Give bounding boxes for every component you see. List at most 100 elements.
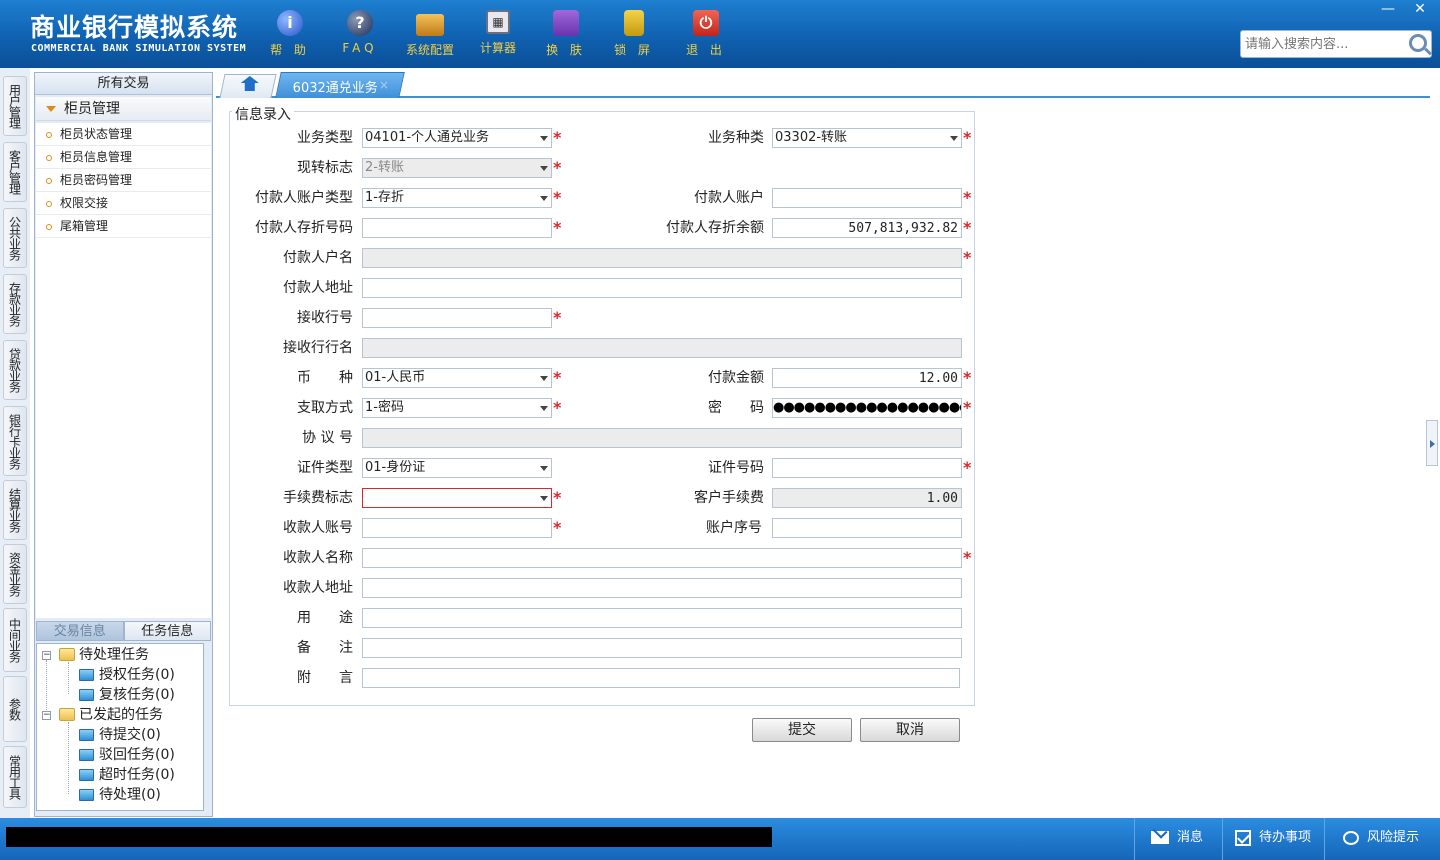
- required-mark: *: [963, 548, 972, 567]
- vtab-user-management[interactable]: 用户管理: [3, 76, 27, 136]
- menu-item-teller-password[interactable]: 柜员密码管理: [36, 169, 211, 192]
- vtab-loan-business[interactable]: 贷款业务: [3, 340, 27, 400]
- id-type-select[interactable]: 01-身份证: [362, 458, 552, 478]
- label-purpose: 用 途: [297, 610, 353, 626]
- expand-panel-handle[interactable]: [1426, 420, 1438, 466]
- calculator-button[interactable]: ▦ 计算器: [466, 6, 530, 62]
- business-kind-select[interactable]: 03302-转账: [772, 128, 962, 148]
- risk-alert-button[interactable]: 风险提示: [1324, 818, 1440, 860]
- withdrawal-method-select[interactable]: 1-密码: [362, 398, 552, 418]
- tab-transaction-info[interactable]: 交易信息: [36, 621, 124, 641]
- account-sequence-field[interactable]: [772, 518, 962, 538]
- app-title: 商业银行模拟系统: [30, 13, 239, 42]
- search-icon[interactable]: [1409, 34, 1427, 52]
- expand-triangle-icon: [46, 106, 56, 112]
- tab-task-info[interactable]: 任务信息: [123, 621, 211, 641]
- collapse-toggle-icon[interactable]: −: [42, 711, 51, 720]
- task-list-icon: [79, 749, 94, 761]
- postscript-field[interactable]: [362, 668, 960, 688]
- payee-address-field[interactable]: [362, 578, 962, 598]
- payee-account-field[interactable]: [362, 518, 552, 538]
- payment-amount-field[interactable]: [772, 368, 962, 388]
- tree-node-label: 驳回任务(0): [99, 747, 175, 763]
- faq-icon: ?: [347, 10, 373, 36]
- vtab-deposit-business[interactable]: 存款业务: [3, 274, 27, 334]
- currency-select[interactable]: 01-人民币: [362, 368, 552, 388]
- receiving-bank-no-field[interactable]: [362, 308, 552, 328]
- collapse-toggle-icon[interactable]: −: [42, 651, 51, 660]
- cash-transfer-flag-select[interactable]: 2-转账: [362, 158, 552, 178]
- customer-fee-field[interactable]: [772, 488, 962, 508]
- chevron-down-icon: [540, 196, 548, 201]
- fee-flag-select[interactable]: [362, 488, 552, 508]
- folder-open-icon: [59, 648, 75, 661]
- config-icon: [416, 14, 444, 36]
- messages-button[interactable]: 消息: [1134, 818, 1222, 860]
- system-config-button[interactable]: 系统配置: [398, 6, 462, 62]
- vtab-intermediary-business[interactable]: 中间业务: [3, 608, 27, 672]
- vtab-public-business[interactable]: 公共业务: [3, 208, 27, 268]
- payer-account-field[interactable]: [772, 188, 962, 208]
- tree-node-rejected-tasks[interactable]: 驳回任务(0): [37, 745, 203, 765]
- label-payer-passbook-balance: 付款人存折余额: [666, 220, 764, 236]
- tree-node-authorization-tasks[interactable]: 授权任务(0): [37, 665, 203, 685]
- tree-node-to-process[interactable]: 待处理(0): [37, 785, 203, 805]
- skin-icon: [553, 10, 579, 36]
- business-type-select[interactable]: 04101-个人通兑业务: [362, 128, 552, 148]
- tab-home[interactable]: [219, 74, 277, 98]
- exit-icon: ⏻: [693, 10, 719, 36]
- minimize-button[interactable]: —: [1374, 2, 1402, 18]
- help-button[interactable]: i 帮 助: [258, 6, 322, 62]
- vtab-fund-business[interactable]: 资金业务: [3, 544, 27, 604]
- faq-button[interactable]: ? FAQ: [328, 6, 392, 62]
- vtab-parameters[interactable]: 参数: [3, 676, 27, 742]
- agreement-no-field[interactable]: [362, 428, 962, 448]
- required-mark: *: [963, 398, 972, 417]
- vtab-bank-card-business[interactable]: 银行卡业务: [3, 406, 27, 476]
- label-payer-passbook-no: 付款人存折号码: [255, 220, 353, 236]
- label-payee-account: 收款人账号: [283, 520, 353, 536]
- password-field[interactable]: ●●●●●●●●●●●●●●●●●●●: [772, 398, 962, 418]
- search-box: [1240, 30, 1432, 58]
- payer-address-field[interactable]: [362, 278, 962, 298]
- tree-node-review-tasks[interactable]: 复核任务(0): [37, 685, 203, 705]
- tree-node-to-submit[interactable]: 待提交(0): [37, 725, 203, 745]
- vtab-common-tools[interactable]: 常用工具: [3, 746, 27, 808]
- id-number-field[interactable]: [772, 458, 962, 478]
- menu-item-teller-status[interactable]: 柜员状态管理: [36, 123, 211, 146]
- tab-6032-withdrawal-business[interactable]: 6032通兑业务 ×: [275, 72, 405, 98]
- all-transactions-header[interactable]: 所有交易: [35, 73, 212, 95]
- tree-node-pending-tasks[interactable]: − 待处理任务: [37, 645, 203, 665]
- payer-name-field[interactable]: [362, 248, 962, 268]
- vtab-customer-management[interactable]: 客户管理: [3, 142, 27, 202]
- label-withdrawal-method: 支取方式: [297, 400, 353, 416]
- search-input[interactable]: [1241, 31, 1401, 57]
- purpose-field[interactable]: [362, 608, 962, 628]
- receiving-bank-name-field[interactable]: [362, 338, 962, 358]
- teller-management-group[interactable]: 柜员管理: [36, 97, 211, 121]
- menu-item-permission-handover[interactable]: 权限交接: [36, 192, 211, 215]
- menu-item-teller-info[interactable]: 柜员信息管理: [36, 146, 211, 169]
- chevron-down-icon: [540, 166, 548, 171]
- lock-screen-button[interactable]: 锁 屏: [602, 6, 666, 62]
- cancel-button[interactable]: 取消: [860, 718, 960, 742]
- payer-passbook-balance-field[interactable]: [772, 218, 962, 238]
- payer-passbook-no-field[interactable]: [362, 218, 552, 238]
- change-skin-button[interactable]: 换 肤: [534, 6, 598, 62]
- remark-field[interactable]: [362, 638, 962, 658]
- payer-account-type-select[interactable]: 1-存折: [362, 188, 552, 208]
- payee-name-field[interactable]: [362, 548, 962, 568]
- exit-button[interactable]: ⏻ 退 出: [674, 6, 738, 62]
- menu-item-cash-box[interactable]: 尾箱管理: [36, 215, 211, 238]
- todo-button[interactable]: 待办事项: [1222, 818, 1324, 860]
- required-mark: *: [553, 128, 562, 147]
- select-value: 1-密码: [365, 400, 404, 415]
- vtab-settlement-business[interactable]: 结算业务: [3, 480, 27, 540]
- label-currency: 币 种: [297, 370, 353, 386]
- bullet-icon: [46, 131, 52, 138]
- submit-button[interactable]: 提交: [752, 718, 852, 742]
- tree-node-timeout-tasks[interactable]: 超时任务(0): [37, 765, 203, 785]
- close-window-button[interactable]: ✕: [1406, 2, 1434, 18]
- close-tab-icon[interactable]: ×: [379, 78, 389, 92]
- tree-node-initiated-tasks[interactable]: − 已发起的任务: [37, 705, 203, 725]
